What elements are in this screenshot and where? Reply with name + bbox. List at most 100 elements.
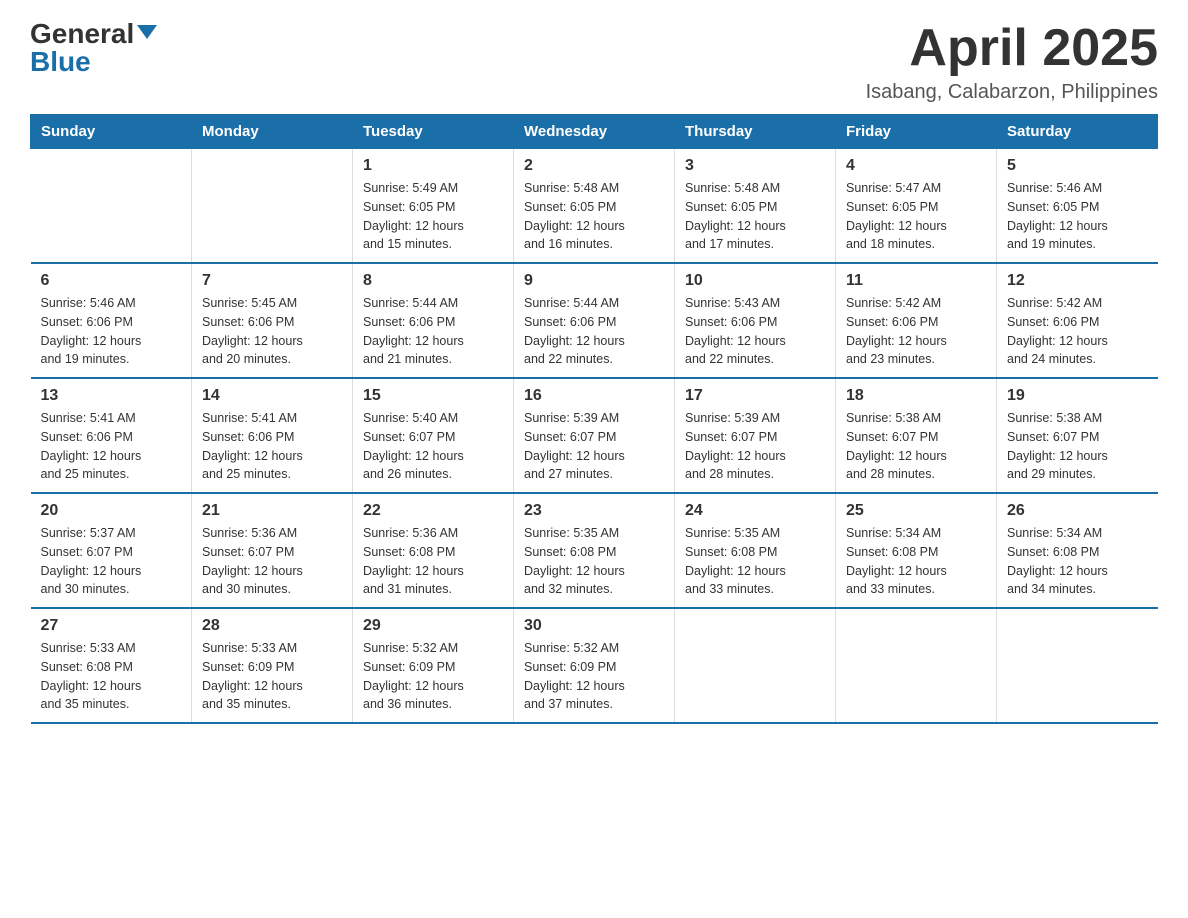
day-info: Sunrise: 5:35 AM Sunset: 6:08 PM Dayligh… xyxy=(685,524,825,599)
day-info: Sunrise: 5:36 AM Sunset: 6:08 PM Dayligh… xyxy=(363,524,503,599)
logo-general-text: General xyxy=(30,20,134,48)
day-cell: 2 Sunrise: 5:48 AM Sunset: 6:05 PM Daylig… xyxy=(514,149,675,264)
day-number: 23 xyxy=(524,502,664,520)
day-number: 6 xyxy=(41,272,182,290)
day-number: 2 xyxy=(524,157,664,175)
day-cell: 1Sunrise: 5:49 AM Sunset: 6:05 PM Daylig… xyxy=(353,149,514,264)
day-cell: 15 Sunrise: 5:40 AM Sunset: 6:07 PM Dayli… xyxy=(353,378,514,493)
week-row-3: 13 Sunrise: 5:41 AM Sunset: 6:06 PM Dayli… xyxy=(31,378,1158,493)
day-info: Sunrise: 5:49 AM Sunset: 6:05 PM Dayligh… xyxy=(363,179,503,254)
day-number: 19 xyxy=(1007,387,1148,405)
day-info: Sunrise: 5:44 AM Sunset: 6:06 PM Dayligh… xyxy=(524,294,664,369)
day-cell xyxy=(675,608,836,723)
page-header: General Blue April 2025 Isabang, Calabar… xyxy=(30,20,1158,104)
day-cell: 25Sunrise: 5:34 AM Sunset: 6:08 PM Dayli… xyxy=(836,493,997,608)
day-info: Sunrise: 5:39 AM Sunset: 6:07 PM Dayligh… xyxy=(524,409,664,484)
day-number: 29 xyxy=(363,617,503,635)
week-row-5: 27 Sunrise: 5:33 AM Sunset: 6:08 PM Dayli… xyxy=(31,608,1158,723)
day-info: Sunrise: 5:48 AM Sunset: 6:05 PM Dayligh… xyxy=(524,179,664,254)
day-cell: 23 Sunrise: 5:35 AM Sunset: 6:08 PM Dayli… xyxy=(514,493,675,608)
day-cell: 6Sunrise: 5:46 AM Sunset: 6:06 PM Daylig… xyxy=(31,263,192,378)
day-number: 24 xyxy=(685,502,825,520)
day-info: Sunrise: 5:33 AM Sunset: 6:08 PM Dayligh… xyxy=(41,639,182,714)
day-info: Sunrise: 5:35 AM Sunset: 6:08 PM Dayligh… xyxy=(524,524,664,599)
calendar-header: SundayMondayTuesdayWednesdayThursdayFrid… xyxy=(31,115,1158,149)
day-cell xyxy=(192,149,353,264)
day-number: 9 xyxy=(524,272,664,290)
header-row: SundayMondayTuesdayWednesdayThursdayFrid… xyxy=(31,115,1158,149)
day-number: 25 xyxy=(846,502,986,520)
day-number: 4 xyxy=(846,157,986,175)
week-row-4: 20 Sunrise: 5:37 AM Sunset: 6:07 PM Dayli… xyxy=(31,493,1158,608)
week-row-1: 1Sunrise: 5:49 AM Sunset: 6:05 PM Daylig… xyxy=(31,149,1158,264)
day-cell xyxy=(997,608,1158,723)
day-number: 16 xyxy=(524,387,664,405)
header-cell-tuesday: Tuesday xyxy=(353,115,514,149)
day-info: Sunrise: 5:34 AM Sunset: 6:08 PM Dayligh… xyxy=(1007,524,1148,599)
day-number: 30 xyxy=(524,617,664,635)
day-number: 27 xyxy=(41,617,182,635)
day-number: 20 xyxy=(41,502,182,520)
day-info: Sunrise: 5:40 AM Sunset: 6:07 PM Dayligh… xyxy=(363,409,503,484)
day-number: 10 xyxy=(685,272,825,290)
day-info: Sunrise: 5:33 AM Sunset: 6:09 PM Dayligh… xyxy=(202,639,342,714)
header-cell-sunday: Sunday xyxy=(31,115,192,149)
day-cell: 4 Sunrise: 5:47 AM Sunset: 6:05 PM Daylig… xyxy=(836,149,997,264)
day-cell: 19 Sunrise: 5:38 AM Sunset: 6:07 PM Dayli… xyxy=(997,378,1158,493)
day-info: Sunrise: 5:43 AM Sunset: 6:06 PM Dayligh… xyxy=(685,294,825,369)
day-cell: 26Sunrise: 5:34 AM Sunset: 6:08 PM Dayli… xyxy=(997,493,1158,608)
day-number: 17 xyxy=(685,387,825,405)
day-cell: 21 Sunrise: 5:36 AM Sunset: 6:07 PM Dayli… xyxy=(192,493,353,608)
logo-triangle-icon xyxy=(137,25,157,39)
day-cell: 27 Sunrise: 5:33 AM Sunset: 6:08 PM Dayli… xyxy=(31,608,192,723)
day-cell: 9 Sunrise: 5:44 AM Sunset: 6:06 PM Daylig… xyxy=(514,263,675,378)
day-info: Sunrise: 5:38 AM Sunset: 6:07 PM Dayligh… xyxy=(846,409,986,484)
day-info: Sunrise: 5:44 AM Sunset: 6:06 PM Dayligh… xyxy=(363,294,503,369)
day-number: 22 xyxy=(363,502,503,520)
day-number: 14 xyxy=(202,387,342,405)
day-cell: 5 Sunrise: 5:46 AM Sunset: 6:05 PM Daylig… xyxy=(997,149,1158,264)
day-number: 13 xyxy=(41,387,182,405)
day-info: Sunrise: 5:37 AM Sunset: 6:07 PM Dayligh… xyxy=(41,524,182,599)
day-cell: 10 Sunrise: 5:43 AM Sunset: 6:06 PM Dayli… xyxy=(675,263,836,378)
day-number: 11 xyxy=(846,272,986,290)
day-info: Sunrise: 5:36 AM Sunset: 6:07 PM Dayligh… xyxy=(202,524,342,599)
day-cell: 18 Sunrise: 5:38 AM Sunset: 6:07 PM Dayli… xyxy=(836,378,997,493)
day-cell: 11 Sunrise: 5:42 AM Sunset: 6:06 PM Dayli… xyxy=(836,263,997,378)
day-cell: 20 Sunrise: 5:37 AM Sunset: 6:07 PM Dayli… xyxy=(31,493,192,608)
day-info: Sunrise: 5:41 AM Sunset: 6:06 PM Dayligh… xyxy=(202,409,342,484)
day-cell xyxy=(31,149,192,264)
day-info: Sunrise: 5:41 AM Sunset: 6:06 PM Dayligh… xyxy=(41,409,182,484)
day-info: Sunrise: 5:32 AM Sunset: 6:09 PM Dayligh… xyxy=(363,639,503,714)
day-info: Sunrise: 5:42 AM Sunset: 6:06 PM Dayligh… xyxy=(846,294,986,369)
day-info: Sunrise: 5:47 AM Sunset: 6:05 PM Dayligh… xyxy=(846,179,986,254)
header-cell-wednesday: Wednesday xyxy=(514,115,675,149)
day-number: 28 xyxy=(202,617,342,635)
logo-blue-text: Blue xyxy=(30,48,91,76)
day-number: 18 xyxy=(846,387,986,405)
day-number: 15 xyxy=(363,387,503,405)
calendar-body: 1Sunrise: 5:49 AM Sunset: 6:05 PM Daylig… xyxy=(31,149,1158,724)
page-subtitle: Isabang, Calabarzon, Philippines xyxy=(866,81,1158,104)
day-cell: 30Sunrise: 5:32 AM Sunset: 6:09 PM Dayli… xyxy=(514,608,675,723)
day-cell: 29 Sunrise: 5:32 AM Sunset: 6:09 PM Dayli… xyxy=(353,608,514,723)
title-section: April 2025 Isabang, Calabarzon, Philippi… xyxy=(866,20,1158,104)
day-info: Sunrise: 5:46 AM Sunset: 6:05 PM Dayligh… xyxy=(1007,179,1148,254)
day-cell: 13 Sunrise: 5:41 AM Sunset: 6:06 PM Dayli… xyxy=(31,378,192,493)
header-cell-monday: Monday xyxy=(192,115,353,149)
day-number: 7 xyxy=(202,272,342,290)
day-cell: 17Sunrise: 5:39 AM Sunset: 6:07 PM Dayli… xyxy=(675,378,836,493)
day-cell: 3Sunrise: 5:48 AM Sunset: 6:05 PM Daylig… xyxy=(675,149,836,264)
day-cell: 22 Sunrise: 5:36 AM Sunset: 6:08 PM Dayli… xyxy=(353,493,514,608)
day-cell: 28 Sunrise: 5:33 AM Sunset: 6:09 PM Dayli… xyxy=(192,608,353,723)
day-number: 5 xyxy=(1007,157,1148,175)
day-cell xyxy=(836,608,997,723)
logo: General Blue xyxy=(30,20,157,76)
header-cell-friday: Friday xyxy=(836,115,997,149)
page-title: April 2025 xyxy=(866,20,1158,77)
day-info: Sunrise: 5:38 AM Sunset: 6:07 PM Dayligh… xyxy=(1007,409,1148,484)
day-info: Sunrise: 5:42 AM Sunset: 6:06 PM Dayligh… xyxy=(1007,294,1148,369)
day-number: 21 xyxy=(202,502,342,520)
day-number: 12 xyxy=(1007,272,1148,290)
calendar-table: SundayMondayTuesdayWednesdayThursdayFrid… xyxy=(30,114,1158,724)
